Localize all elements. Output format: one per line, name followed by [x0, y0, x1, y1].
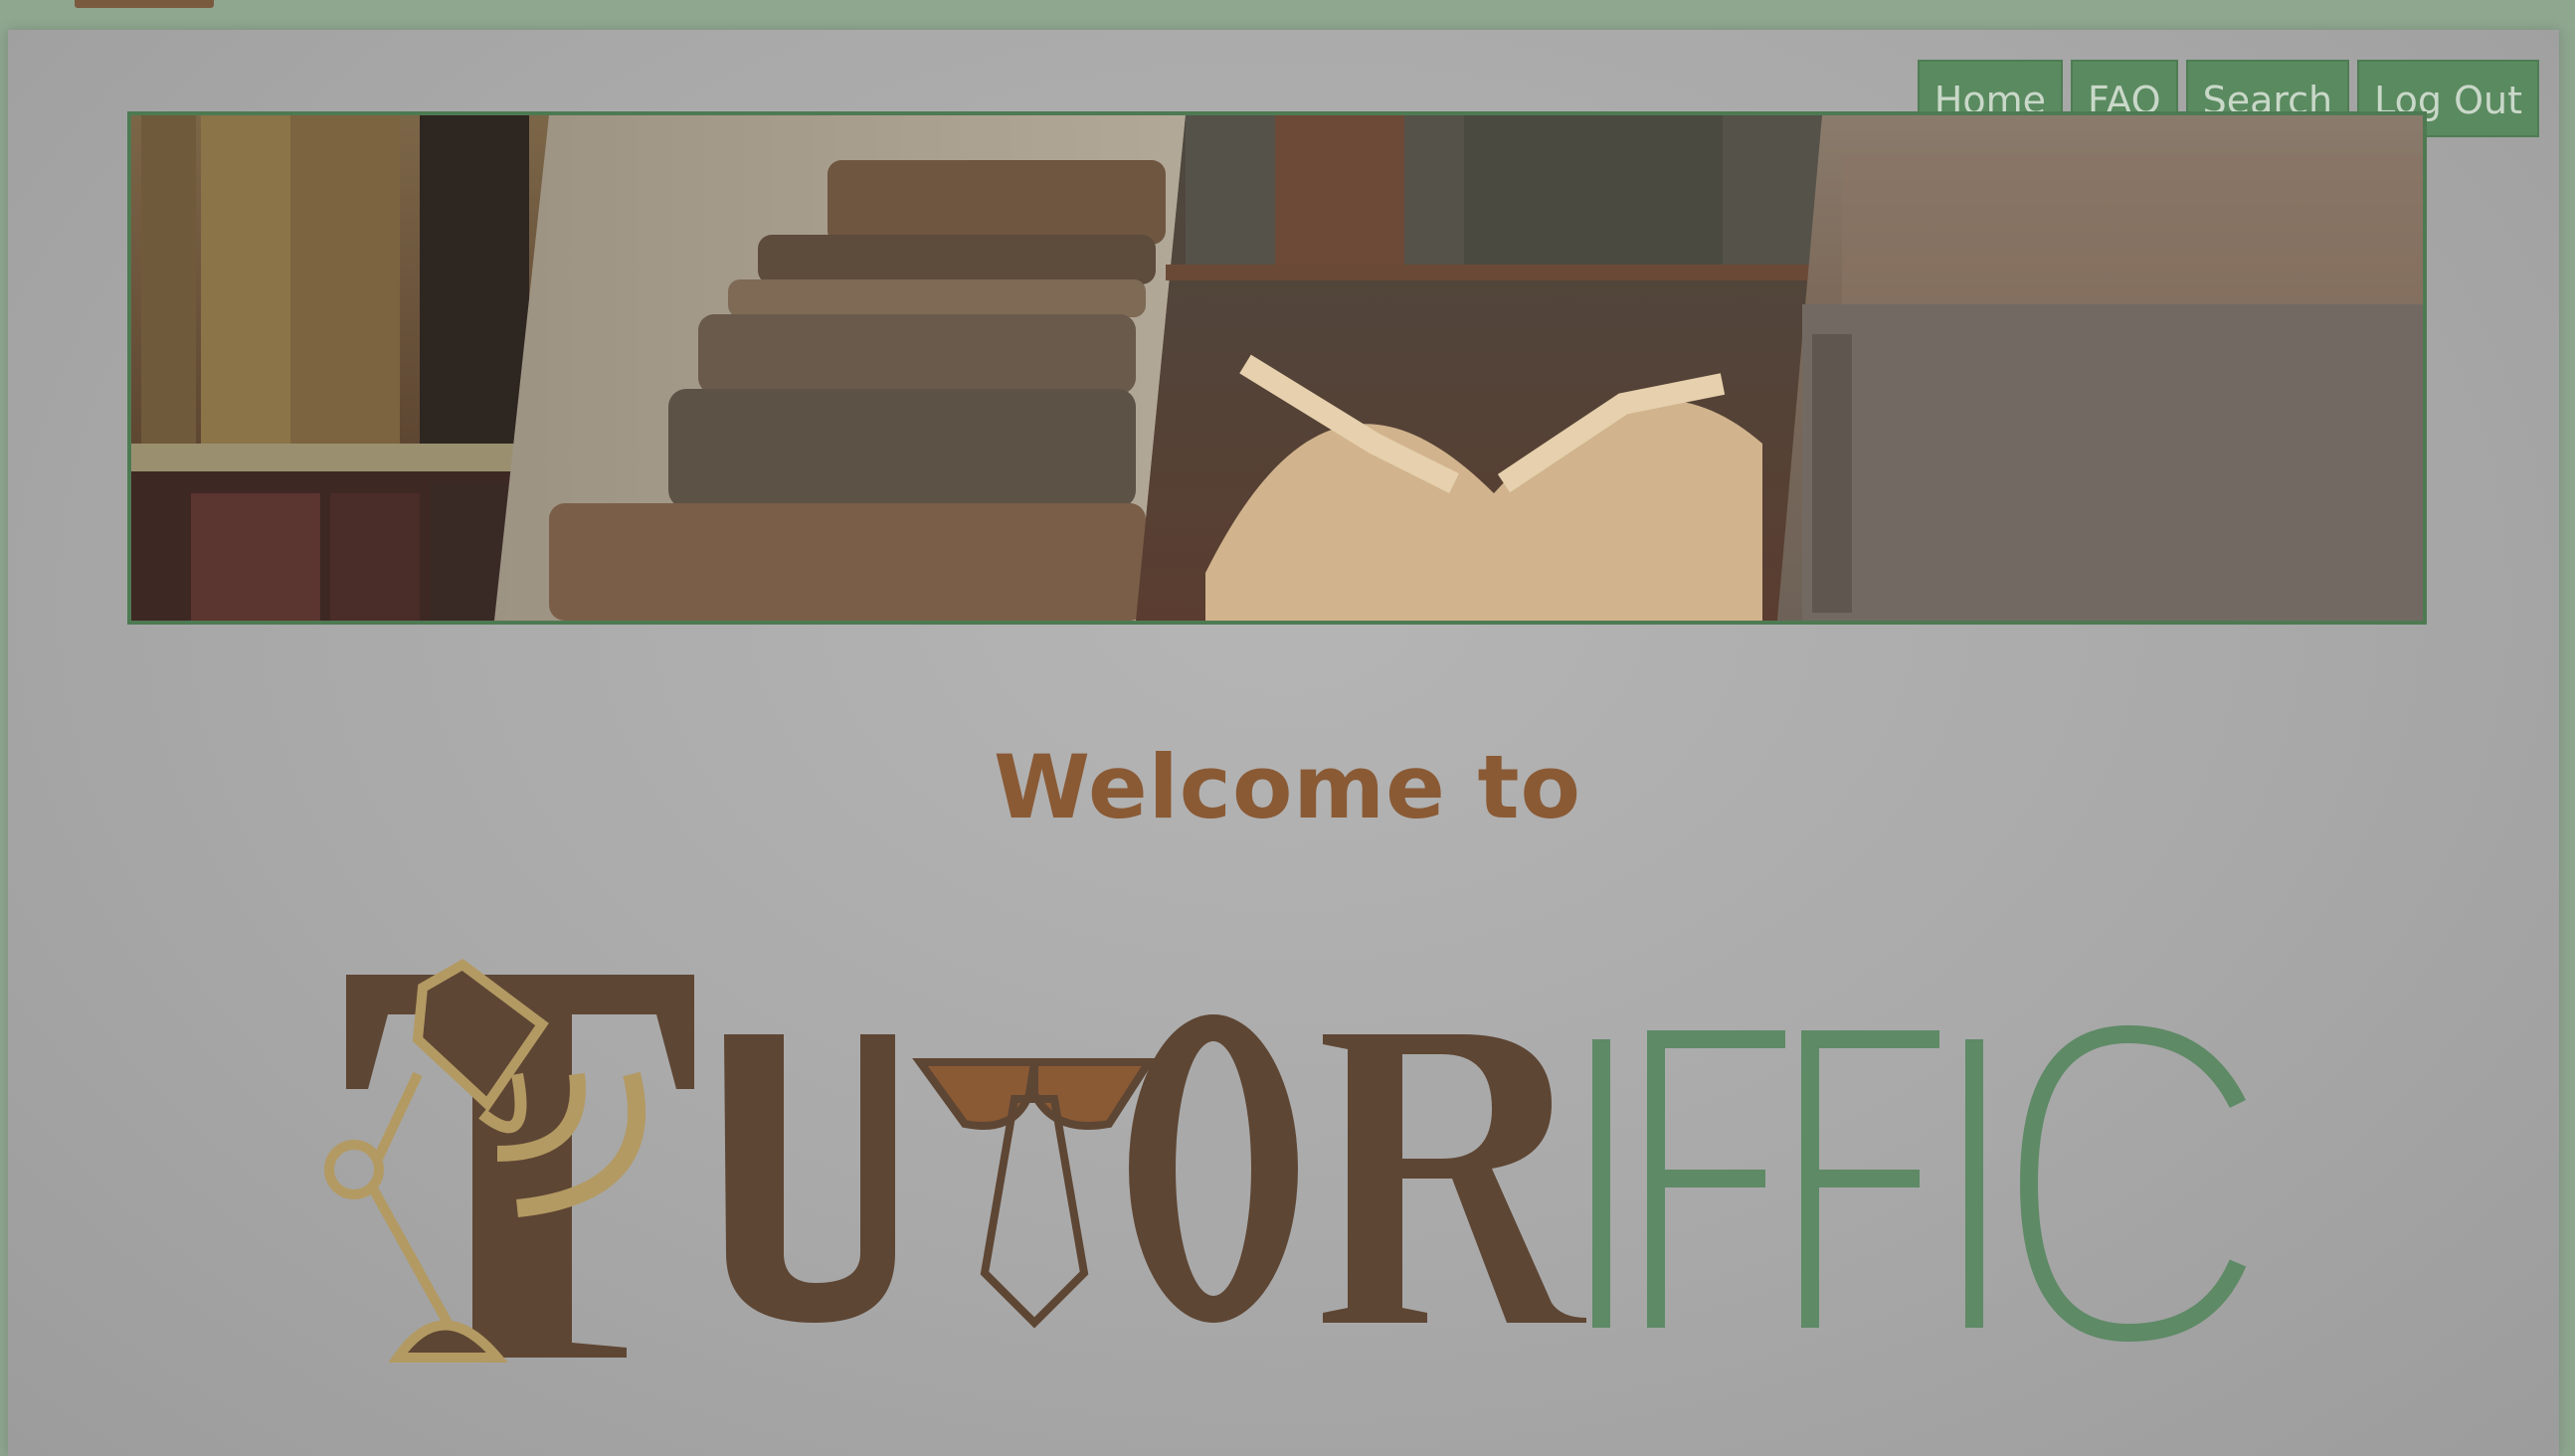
top-strip — [0, 0, 2575, 30]
banner-collage — [131, 115, 2423, 621]
logo-letters-iffic — [1592, 1024, 2247, 1343]
banner-panel-open-book — [1136, 115, 1822, 621]
banner-panel-old-books — [131, 115, 549, 621]
banner-panel-book-spine — [1777, 115, 2423, 621]
banner-image — [127, 111, 2427, 625]
banner-panel-stacked-books — [494, 115, 1186, 621]
tutoriffic-logo — [324, 959, 2247, 1363]
welcome-heading: Welcome to — [994, 736, 1581, 838]
logo-letters-tutor — [724, 1014, 1586, 1329]
corner-logo[interactable] — [75, 0, 214, 8]
